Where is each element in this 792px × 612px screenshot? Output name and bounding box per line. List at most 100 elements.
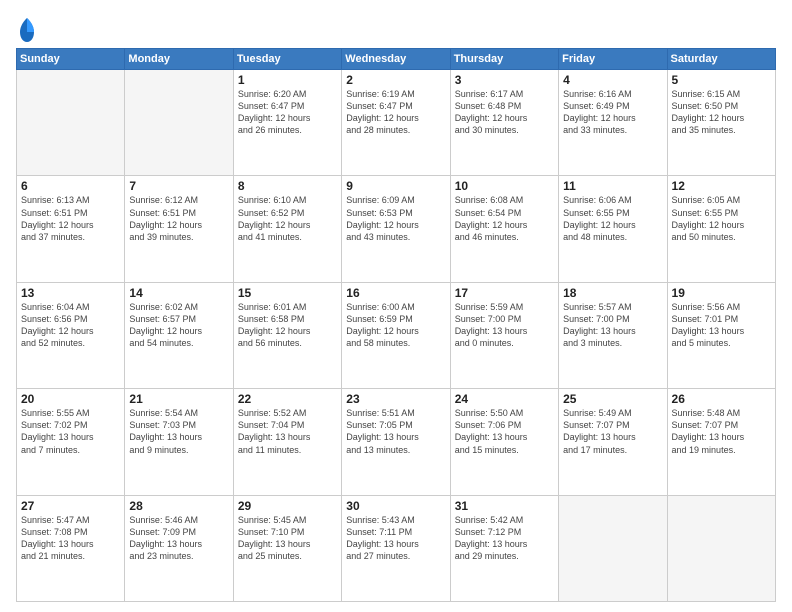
day-cell: 4Sunrise: 6:16 AM Sunset: 6:49 PM Daylig… — [559, 70, 667, 176]
day-cell: 8Sunrise: 6:10 AM Sunset: 6:52 PM Daylig… — [233, 176, 341, 282]
day-info: Sunrise: 6:13 AM Sunset: 6:51 PM Dayligh… — [21, 194, 120, 243]
day-number: 22 — [238, 392, 337, 406]
day-number: 10 — [455, 179, 554, 193]
day-number: 4 — [563, 73, 662, 87]
day-number: 8 — [238, 179, 337, 193]
day-cell: 25Sunrise: 5:49 AM Sunset: 7:07 PM Dayli… — [559, 389, 667, 495]
day-info: Sunrise: 6:02 AM Sunset: 6:57 PM Dayligh… — [129, 301, 228, 350]
day-info: Sunrise: 5:43 AM Sunset: 7:11 PM Dayligh… — [346, 514, 445, 563]
day-info: Sunrise: 5:42 AM Sunset: 7:12 PM Dayligh… — [455, 514, 554, 563]
day-cell: 22Sunrise: 5:52 AM Sunset: 7:04 PM Dayli… — [233, 389, 341, 495]
day-info: Sunrise: 6:04 AM Sunset: 6:56 PM Dayligh… — [21, 301, 120, 350]
col-header-wednesday: Wednesday — [342, 49, 450, 70]
day-info: Sunrise: 6:12 AM Sunset: 6:51 PM Dayligh… — [129, 194, 228, 243]
day-number: 13 — [21, 286, 120, 300]
day-cell: 2Sunrise: 6:19 AM Sunset: 6:47 PM Daylig… — [342, 70, 450, 176]
day-number: 18 — [563, 286, 662, 300]
day-cell: 24Sunrise: 5:50 AM Sunset: 7:06 PM Dayli… — [450, 389, 558, 495]
day-number: 16 — [346, 286, 445, 300]
day-cell: 28Sunrise: 5:46 AM Sunset: 7:09 PM Dayli… — [125, 495, 233, 601]
day-number: 23 — [346, 392, 445, 406]
day-cell — [559, 495, 667, 601]
day-info: Sunrise: 6:17 AM Sunset: 6:48 PM Dayligh… — [455, 88, 554, 137]
logo — [16, 16, 36, 44]
day-cell — [667, 495, 775, 601]
day-cell: 19Sunrise: 5:56 AM Sunset: 7:01 PM Dayli… — [667, 282, 775, 388]
day-info: Sunrise: 5:46 AM Sunset: 7:09 PM Dayligh… — [129, 514, 228, 563]
col-header-friday: Friday — [559, 49, 667, 70]
page: SundayMondayTuesdayWednesdayThursdayFrid… — [0, 0, 792, 612]
day-info: Sunrise: 6:16 AM Sunset: 6:49 PM Dayligh… — [563, 88, 662, 137]
day-cell: 23Sunrise: 5:51 AM Sunset: 7:05 PM Dayli… — [342, 389, 450, 495]
day-number: 2 — [346, 73, 445, 87]
day-cell: 12Sunrise: 6:05 AM Sunset: 6:55 PM Dayli… — [667, 176, 775, 282]
day-info: Sunrise: 5:47 AM Sunset: 7:08 PM Dayligh… — [21, 514, 120, 563]
day-number: 24 — [455, 392, 554, 406]
day-info: Sunrise: 5:56 AM Sunset: 7:01 PM Dayligh… — [672, 301, 771, 350]
day-number: 11 — [563, 179, 662, 193]
day-info: Sunrise: 5:54 AM Sunset: 7:03 PM Dayligh… — [129, 407, 228, 456]
day-info: Sunrise: 6:06 AM Sunset: 6:55 PM Dayligh… — [563, 194, 662, 243]
week-row-5: 27Sunrise: 5:47 AM Sunset: 7:08 PM Dayli… — [17, 495, 776, 601]
day-info: Sunrise: 6:00 AM Sunset: 6:59 PM Dayligh… — [346, 301, 445, 350]
day-number: 14 — [129, 286, 228, 300]
day-cell: 31Sunrise: 5:42 AM Sunset: 7:12 PM Dayli… — [450, 495, 558, 601]
day-cell: 18Sunrise: 5:57 AM Sunset: 7:00 PM Dayli… — [559, 282, 667, 388]
col-header-thursday: Thursday — [450, 49, 558, 70]
day-number: 5 — [672, 73, 771, 87]
week-row-4: 20Sunrise: 5:55 AM Sunset: 7:02 PM Dayli… — [17, 389, 776, 495]
day-cell: 10Sunrise: 6:08 AM Sunset: 6:54 PM Dayli… — [450, 176, 558, 282]
day-info: Sunrise: 5:45 AM Sunset: 7:10 PM Dayligh… — [238, 514, 337, 563]
day-cell — [125, 70, 233, 176]
day-cell: 15Sunrise: 6:01 AM Sunset: 6:58 PM Dayli… — [233, 282, 341, 388]
day-info: Sunrise: 6:19 AM Sunset: 6:47 PM Dayligh… — [346, 88, 445, 137]
day-info: Sunrise: 6:01 AM Sunset: 6:58 PM Dayligh… — [238, 301, 337, 350]
day-number: 26 — [672, 392, 771, 406]
day-info: Sunrise: 5:51 AM Sunset: 7:05 PM Dayligh… — [346, 407, 445, 456]
day-cell: 11Sunrise: 6:06 AM Sunset: 6:55 PM Dayli… — [559, 176, 667, 282]
day-cell: 16Sunrise: 6:00 AM Sunset: 6:59 PM Dayli… — [342, 282, 450, 388]
day-info: Sunrise: 5:50 AM Sunset: 7:06 PM Dayligh… — [455, 407, 554, 456]
day-number: 21 — [129, 392, 228, 406]
day-info: Sunrise: 6:10 AM Sunset: 6:52 PM Dayligh… — [238, 194, 337, 243]
day-number: 15 — [238, 286, 337, 300]
day-cell: 6Sunrise: 6:13 AM Sunset: 6:51 PM Daylig… — [17, 176, 125, 282]
day-info: Sunrise: 6:15 AM Sunset: 6:50 PM Dayligh… — [672, 88, 771, 137]
day-number: 25 — [563, 392, 662, 406]
day-info: Sunrise: 5:48 AM Sunset: 7:07 PM Dayligh… — [672, 407, 771, 456]
col-header-tuesday: Tuesday — [233, 49, 341, 70]
day-info: Sunrise: 6:08 AM Sunset: 6:54 PM Dayligh… — [455, 194, 554, 243]
day-number: 12 — [672, 179, 771, 193]
day-cell: 26Sunrise: 5:48 AM Sunset: 7:07 PM Dayli… — [667, 389, 775, 495]
day-number: 27 — [21, 499, 120, 513]
header-row: SundayMondayTuesdayWednesdayThursdayFrid… — [17, 49, 776, 70]
day-cell: 14Sunrise: 6:02 AM Sunset: 6:57 PM Dayli… — [125, 282, 233, 388]
week-row-2: 6Sunrise: 6:13 AM Sunset: 6:51 PM Daylig… — [17, 176, 776, 282]
day-number: 30 — [346, 499, 445, 513]
col-header-saturday: Saturday — [667, 49, 775, 70]
day-cell: 1Sunrise: 6:20 AM Sunset: 6:47 PM Daylig… — [233, 70, 341, 176]
day-info: Sunrise: 5:52 AM Sunset: 7:04 PM Dayligh… — [238, 407, 337, 456]
day-cell: 27Sunrise: 5:47 AM Sunset: 7:08 PM Dayli… — [17, 495, 125, 601]
day-cell: 29Sunrise: 5:45 AM Sunset: 7:10 PM Dayli… — [233, 495, 341, 601]
day-number: 6 — [21, 179, 120, 193]
day-info: Sunrise: 6:20 AM Sunset: 6:47 PM Dayligh… — [238, 88, 337, 137]
col-header-monday: Monday — [125, 49, 233, 70]
day-cell: 13Sunrise: 6:04 AM Sunset: 6:56 PM Dayli… — [17, 282, 125, 388]
day-cell: 9Sunrise: 6:09 AM Sunset: 6:53 PM Daylig… — [342, 176, 450, 282]
week-row-1: 1Sunrise: 6:20 AM Sunset: 6:47 PM Daylig… — [17, 70, 776, 176]
day-number: 7 — [129, 179, 228, 193]
calendar-table: SundayMondayTuesdayWednesdayThursdayFrid… — [16, 48, 776, 602]
day-number: 28 — [129, 499, 228, 513]
logo-icon — [18, 16, 36, 44]
day-number: 20 — [21, 392, 120, 406]
day-number: 29 — [238, 499, 337, 513]
col-header-sunday: Sunday — [17, 49, 125, 70]
day-cell: 7Sunrise: 6:12 AM Sunset: 6:51 PM Daylig… — [125, 176, 233, 282]
day-cell: 30Sunrise: 5:43 AM Sunset: 7:11 PM Dayli… — [342, 495, 450, 601]
day-info: Sunrise: 5:57 AM Sunset: 7:00 PM Dayligh… — [563, 301, 662, 350]
day-cell: 21Sunrise: 5:54 AM Sunset: 7:03 PM Dayli… — [125, 389, 233, 495]
header — [16, 12, 776, 44]
day-number: 19 — [672, 286, 771, 300]
day-number: 31 — [455, 499, 554, 513]
